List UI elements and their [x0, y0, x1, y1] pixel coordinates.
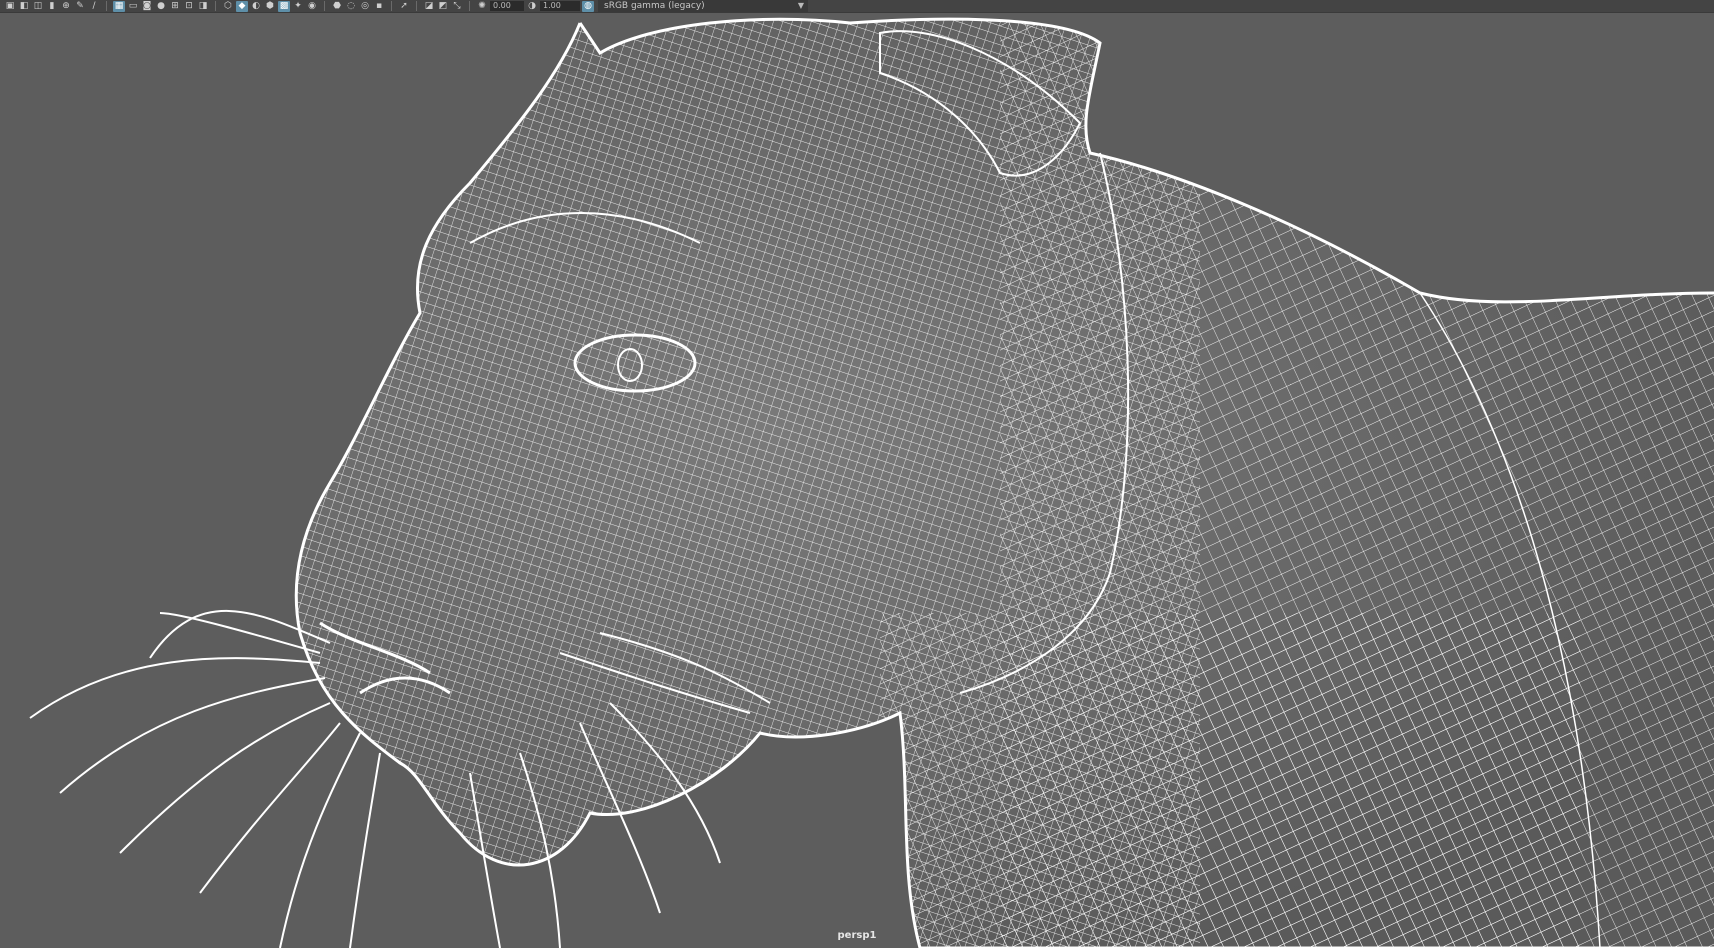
grid-icon[interactable]: ▦ — [113, 0, 125, 12]
mesh-surface — [296, 19, 1714, 948]
gate-mask-icon[interactable]: ● — [155, 1, 167, 12]
camera-name-label: persp1 — [837, 930, 877, 941]
select-camera-icon[interactable]: ▣ — [4, 1, 16, 12]
toolbar-divider — [324, 1, 325, 11]
2d-pan-zoom-icon[interactable]: ⊕ — [60, 1, 72, 12]
wireframe-icon[interactable]: ⬡ — [222, 1, 234, 12]
toolbar-divider — [106, 1, 107, 11]
bookmark-icon[interactable]: ◫ — [32, 1, 44, 12]
motion-blur-icon[interactable]: ◌ — [345, 1, 357, 12]
toolbar-divider — [469, 1, 470, 11]
xray-active-components-icon[interactable]: ◩ — [437, 1, 449, 12]
smooth-shade-icon[interactable]: ◆ — [236, 0, 248, 12]
gamma-icon[interactable]: ◑ — [526, 1, 538, 12]
safe-title-icon[interactable]: ◨ — [197, 1, 209, 12]
color-space-value: sRGB gamma (legacy) — [604, 1, 705, 11]
grease-pencil-icon[interactable]: ✎ — [74, 1, 86, 12]
isolate-select-icon[interactable]: ➚ — [398, 1, 410, 12]
field-chart-icon[interactable]: ⊞ — [169, 1, 181, 12]
safe-action-icon[interactable]: ⊡ — [183, 1, 195, 12]
default-material-icon[interactable]: ◐ — [250, 1, 262, 12]
hud-icon[interactable]: ⤡ — [451, 1, 463, 12]
gamma-field[interactable]: 1.00 — [540, 1, 580, 11]
camera-attributes-icon[interactable]: ◧ — [18, 1, 30, 12]
chevron-down-icon: ▼ — [797, 1, 804, 10]
xray-icon[interactable]: ⬢ — [264, 1, 276, 12]
toolbar-divider — [391, 1, 392, 11]
toolbar-divider — [416, 1, 417, 11]
depth-of-field-icon[interactable]: ▪ — [373, 1, 385, 12]
resolution-gate-icon[interactable]: ◙ — [141, 1, 153, 12]
film-gate-icon[interactable]: ▭ — [127, 1, 139, 12]
viewport-panel-toolbar: ▣ ◧ ◫ ▮ ⊕ ✎ ∕ ▦ ▭ ◙ ● ⊞ ⊡ ◨ ⬡ ◆ ◐ ⬢ ▩ ✦ … — [0, 0, 1714, 13]
wireframe-on-shaded-icon[interactable]: ▩ — [278, 0, 290, 12]
ambient-occlusion-icon[interactable]: ⬣ — [331, 1, 343, 12]
toolbar-divider — [215, 1, 216, 11]
panther-wireframe-model — [29, 17, 1714, 948]
camera-pencil-icon[interactable]: ∕ — [88, 1, 100, 12]
perspective-viewport[interactable] — [0, 13, 1714, 948]
exposure-icon[interactable]: ✺ — [476, 1, 488, 12]
xray-joints-icon[interactable]: ◪ — [423, 1, 435, 12]
exposure-field[interactable]: 0.00 — [490, 1, 524, 11]
color-space-dropdown[interactable]: sRGB gamma (legacy) ▼ — [598, 0, 808, 12]
shadows-icon[interactable]: ◉ — [306, 1, 318, 12]
anti-aliasing-icon[interactable]: ◎ — [359, 1, 371, 12]
image-plane-icon[interactable]: ▮ — [46, 1, 58, 12]
use-all-lights-icon[interactable]: ✦ — [292, 1, 304, 12]
color-management-icon[interactable]: ◍ — [582, 0, 594, 12]
